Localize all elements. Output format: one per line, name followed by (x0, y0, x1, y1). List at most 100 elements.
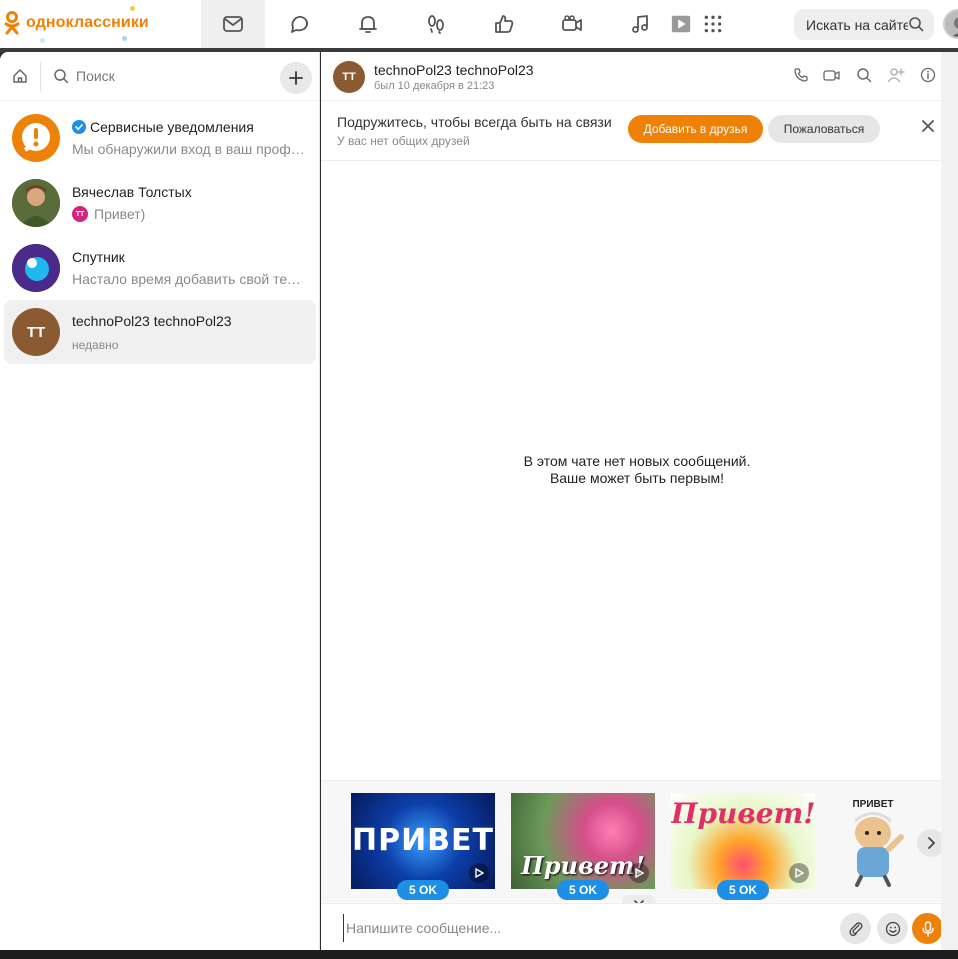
footprints-icon (428, 15, 444, 34)
snow-decoration (40, 38, 45, 43)
chat-preview-text: Мы обнаружили вход в ваш профиль (72, 141, 308, 157)
emoji-button[interactable] (877, 913, 908, 944)
nav-events[interactable] (472, 0, 536, 48)
new-chat-button[interactable] (280, 62, 312, 94)
site-search-placeholder: Искать на сайте (806, 16, 911, 33)
chat-search-input[interactable]: Поиск (76, 68, 115, 84)
chat-name-text: Сервисные уведомления (90, 119, 254, 135)
video-call-icon[interactable] (823, 67, 841, 83)
chat-name: Вячеслав Толстых (72, 184, 192, 200)
envelope-icon (223, 16, 243, 32)
report-button[interactable]: Пожаловаться (768, 115, 880, 143)
sticker[interactable]: ПРИВЕТ (351, 793, 495, 889)
user-avatar-image (945, 11, 958, 37)
sticker-price: 5 OK (557, 880, 609, 900)
alert-icon (22, 123, 50, 152)
search-icon[interactable] (856, 67, 872, 83)
sticker-text: ПРИВЕТ (351, 823, 495, 858)
thumbs-up-icon (495, 15, 514, 33)
phone-icon[interactable] (793, 67, 809, 83)
nav-games[interactable] (666, 0, 726, 48)
speech-bubbles-icon (291, 15, 309, 33)
avatar: ТТ (12, 308, 60, 356)
search-icon[interactable] (53, 68, 69, 84)
chat-item-service-notifications[interactable]: Сервисные уведомления Мы обнаружили вход… (4, 106, 316, 170)
chat-name: Сервисные уведомления (72, 119, 254, 135)
sticker[interactable]: Привет! (511, 793, 655, 889)
sticker[interactable]: Привет! (671, 793, 815, 889)
chat-list-header: Поиск (0, 52, 319, 101)
sputnik-logo-icon (12, 244, 60, 292)
play-icon (469, 863, 489, 883)
chat-name: Спутник (72, 249, 125, 265)
verified-badge-icon (72, 120, 86, 134)
hamster-sticker-image (855, 812, 904, 887)
avatar-initials: ТТ (26, 323, 46, 341)
friend-suggestion-bar: Подружитесь, чтобы всегда быть на связи … (321, 101, 941, 161)
snow-decoration (122, 36, 127, 41)
chat-preview-text: Привет) (94, 206, 146, 222)
plus-icon (289, 71, 303, 85)
grid-icon (704, 15, 722, 33)
music-note-icon (632, 15, 648, 33)
sticker-text: Привет! (671, 797, 815, 830)
chat-panel: ТТ technoPol23 technoPol23 был 10 декабр… (321, 52, 945, 950)
chat-list-panel: Поиск Сервисные уведомления Мы обнаружил… (0, 52, 320, 950)
user-avatar[interactable] (943, 9, 958, 39)
add-member-icon[interactable] (887, 67, 905, 83)
chat-preview: Мы обнаружили вход в ваш профиль (72, 141, 308, 157)
voice-message-button[interactable] (912, 913, 943, 944)
page-scrollbar[interactable] (941, 52, 958, 950)
bell-icon (359, 16, 377, 33)
nav-music[interactable] (608, 0, 672, 48)
empty-chat-line1: В этом чате нет новых сообщений. (523, 453, 751, 469)
message-input[interactable] (343, 914, 823, 942)
chat-item-vyacheslav[interactable]: Вячеслав Толстых ТТ Привет) (4, 171, 316, 235)
chat-item-sputnik[interactable]: Спутник Настало время добавить свой теле… (4, 236, 316, 300)
search-icon (908, 16, 924, 32)
home-icon[interactable] (12, 68, 28, 84)
chat-title[interactable]: technoPol23 technoPol23 (374, 62, 534, 78)
sticker-suggestions: ПРИВЕТ 5 OK Привет! 5 OK Привет! 5 OK ПР… (321, 780, 945, 902)
divider (40, 62, 41, 92)
play-tile-icon (671, 15, 691, 33)
chat-preview-text: недавно (72, 338, 119, 352)
site-search-input[interactable]: Искать на сайте (794, 9, 934, 40)
footer-strip (0, 950, 958, 959)
sputnik-avatar (12, 244, 60, 292)
info-icon[interactable] (920, 67, 936, 83)
smiley-icon (885, 921, 900, 936)
chat-preview-text: Настало время добавить свой телефон (72, 271, 308, 287)
nav-messages[interactable] (201, 0, 265, 48)
chat-item-technopol23[interactable]: ТТ technoPol23 technoPol23 недавно (4, 300, 316, 364)
alert-avatar (12, 114, 60, 162)
ok-logo[interactable]: одноклассники (4, 10, 149, 36)
brand-name: одноклассники (26, 14, 149, 31)
nav-guests[interactable] (404, 0, 468, 48)
nav-video[interactable] (540, 0, 604, 48)
microphone-icon (921, 920, 934, 937)
sticker-price: 5 OK (717, 880, 769, 900)
empty-chat-line2: Ваше может быть первым! (549, 470, 725, 486)
ok-logo-icon (4, 11, 20, 35)
chat-avatar[interactable]: ТТ (333, 61, 365, 93)
paperclip-icon (848, 921, 863, 936)
nav-discussions[interactable] (268, 0, 332, 48)
chevron-right-icon (928, 837, 935, 849)
chat-header: ТТ technoPol23 technoPol23 был 10 декабр… (321, 52, 941, 101)
play-icon (789, 863, 809, 883)
friend-bar-title: Подружитесь, чтобы всегда быть на связи (337, 114, 612, 130)
close-icon[interactable] (922, 120, 934, 132)
chat-preview: недавно (72, 338, 308, 352)
add-friend-button[interactable]: Добавить в друзья (628, 115, 763, 143)
top-bar: одноклассники Искать на сайте (0, 0, 958, 48)
person-photo (12, 179, 60, 227)
empty-chat-message: В этом чате нет новых сообщений. Ваше мо… (321, 453, 953, 487)
nav-notifications[interactable] (336, 0, 400, 48)
sticker[interactable]: ПРИВЕТ (831, 793, 915, 889)
chat-name: technoPol23 technoPol23 (72, 313, 232, 329)
snow-decoration (130, 6, 135, 11)
attach-button[interactable] (840, 913, 871, 944)
chat-preview: Настало время добавить свой телефон (72, 271, 308, 287)
message-composer (321, 903, 943, 950)
